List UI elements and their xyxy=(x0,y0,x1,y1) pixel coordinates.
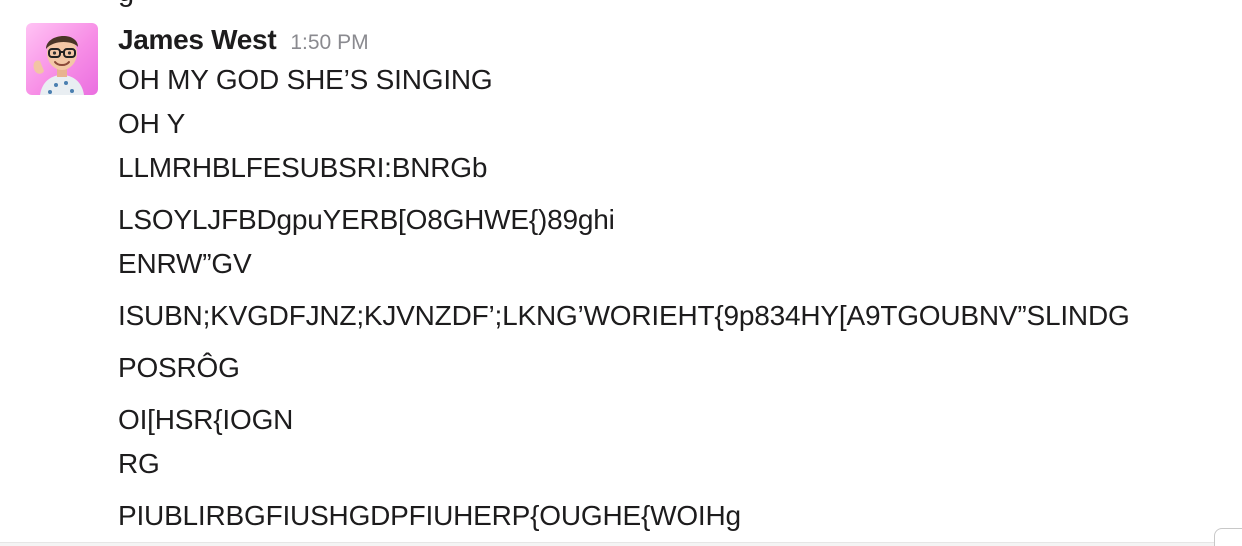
message-line: ENRW”GV xyxy=(118,248,252,279)
message-actions-button[interactable] xyxy=(1214,528,1242,546)
message-header: James West 1:50 PM xyxy=(118,24,369,56)
message-line: LSOYLJFBDgpuYERB[O8GHWE{)89ghi xyxy=(118,204,615,235)
avatar-image xyxy=(33,35,84,95)
memoji-avatar-icon[interactable] xyxy=(26,23,98,95)
composer-divider xyxy=(0,542,1242,546)
message-line: OI[HSR{IOGN xyxy=(118,404,294,435)
message-line: PIUBLIRBGFIUSHGDPFIUHERP{OUGHE{WOIHg xyxy=(118,500,741,531)
message-line: ISUBN;KVGDFJNZ;KJVNZDF’;LKNG’WORIEHT{9p8… xyxy=(118,300,1130,331)
message-line: OH Y xyxy=(118,108,186,139)
message-line: LLMRHBLFESUBSRI:BNRGb xyxy=(118,152,488,183)
message-line: POSRÔG xyxy=(118,352,240,383)
sender-name[interactable]: James West xyxy=(118,24,277,56)
message-line: OH MY GOD SHE’S SINGING xyxy=(118,64,493,95)
message-timestamp[interactable]: 1:50 PM xyxy=(290,31,368,55)
message-line: RG xyxy=(118,448,160,479)
message: James West 1:50 PM OH MY GOD SHE’S SINGI… xyxy=(0,0,1242,546)
